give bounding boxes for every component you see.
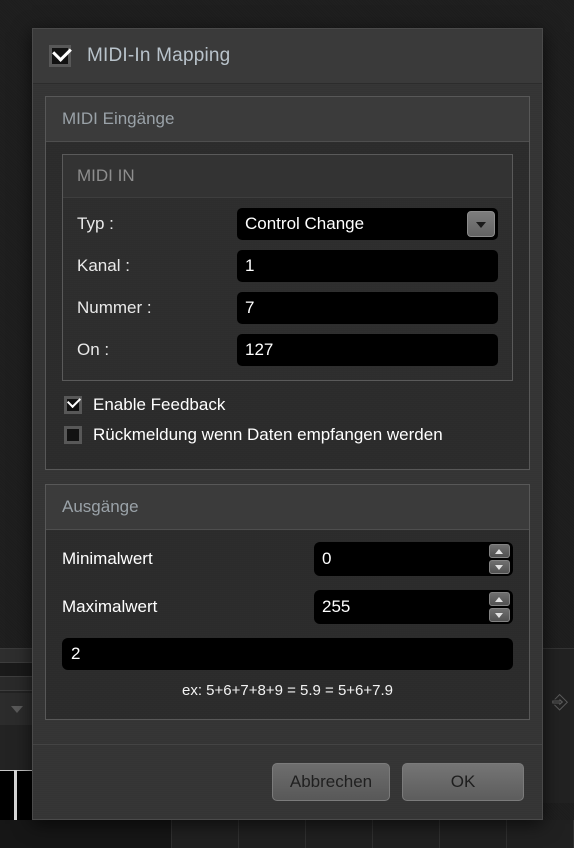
chevron-down-icon — [11, 706, 23, 713]
kanal-label: Kanal : — [77, 256, 130, 275]
minimalwert-input[interactable]: 0 — [314, 542, 513, 576]
kanal-value: 1 — [245, 256, 255, 275]
outputs-group: Ausgänge Minimalwert 0 Maximalwert 255 2… — [45, 484, 530, 720]
minimalwert-label: Minimalwert — [62, 549, 153, 568]
background-bottom-cell — [239, 820, 307, 848]
kanal-input[interactable]: 1 — [237, 250, 498, 282]
minimalwert-increment-button[interactable] — [489, 544, 510, 558]
typ-combobox-arrow-button[interactable] — [467, 211, 495, 237]
on-label: On : — [77, 340, 110, 359]
typ-value: Control Change — [245, 214, 365, 233]
minimalwert-row: Minimalwert 0 — [62, 542, 513, 576]
field-row-nummer: Nummer : 7 — [77, 292, 498, 324]
maximalwert-input[interactable]: 255 — [314, 590, 513, 624]
cancel-button[interactable]: Abbrechen — [272, 763, 390, 801]
background-bottom-cell — [507, 820, 574, 848]
nummer-label: Nummer : — [77, 298, 152, 317]
midi-in-mapping-dialog: MIDI-In Mapping MIDI Eingänge MIDI IN Ty… — [32, 28, 543, 820]
dialog-title: MIDI-In Mapping — [87, 45, 231, 66]
expression-input[interactable]: 2 — [62, 638, 513, 670]
chevron-down-icon — [476, 222, 486, 228]
maximalwert-decrement-button[interactable] — [489, 608, 510, 622]
expression-hint: ex: 5+6+7+8+9 = 5.9 = 5+6+7.9 — [181, 682, 394, 699]
typ-label: Typ : — [77, 214, 114, 233]
midi-in-subgroup-body: Typ : Control Change Kanal : 1 Nummer: … — [63, 198, 512, 380]
enable-mapping-checkbox[interactable] — [49, 42, 72, 67]
maximalwert-label: Maximalwert — [62, 597, 158, 616]
checkmark-icon — [66, 393, 82, 409]
on-input[interactable]: 127 — [237, 334, 498, 366]
outputs-group-header: Ausgänge — [46, 485, 529, 530]
background-left-row — [0, 649, 34, 663]
dialog-title-bar: MIDI-In Mapping — [33, 29, 542, 84]
field-row-kanal: Kanal : 1 — [77, 250, 498, 282]
midi-inputs-group-header: MIDI Eingänge — [46, 97, 529, 142]
expression-value: 2 — [71, 644, 81, 663]
field-row-typ: Typ : Control Change — [77, 208, 498, 240]
dialog-footer: Abbrechen OK — [33, 744, 542, 819]
enable-feedback-label: Enable Feedback — [93, 395, 226, 414]
minimalwert-spinner-buttons — [489, 544, 510, 574]
background-left-row — [0, 677, 34, 691]
spinner-up-icon — [495, 549, 503, 554]
spinner-down-icon — [495, 613, 503, 618]
on-value: 127 — [245, 340, 274, 359]
background-bottom-cell — [373, 820, 441, 848]
outputs-group-body: Minimalwert 0 Maximalwert 255 2 ex: 5+6+… — [46, 530, 529, 719]
maximalwert-increment-button[interactable] — [489, 592, 510, 606]
feedback-on-data-label: Rückmeldung wenn Daten empfangen werden — [93, 425, 443, 444]
typ-combobox[interactable]: Control Change — [237, 208, 498, 240]
checkmark-icon — [52, 42, 72, 62]
midi-inputs-group-body: MIDI IN Typ : Control Change Kanal : 1 N… — [46, 142, 529, 469]
midi-in-subgroup-header: MIDI IN — [63, 155, 512, 198]
feedback-on-data-checkbox[interactable] — [64, 426, 82, 444]
background-left-row — [0, 663, 34, 677]
nummer-input[interactable]: 7 — [237, 292, 498, 324]
ok-button[interactable]: OK — [402, 763, 524, 801]
background-bottom-bar — [0, 820, 574, 848]
enable-feedback-checkbox[interactable] — [64, 393, 82, 414]
enable-feedback-row[interactable]: Enable Feedback — [64, 393, 513, 415]
midi-inputs-group: MIDI Eingänge MIDI IN Typ : Control Chan… — [45, 96, 530, 470]
background-tool-icon: ⎆ — [552, 689, 568, 713]
spinner-up-icon — [495, 597, 503, 602]
field-row-on: On : 127 — [77, 334, 498, 366]
background-bottom-cell — [0, 820, 173, 848]
background-right-panel — [540, 648, 574, 803]
minimalwert-spinner[interactable]: 0 — [314, 542, 513, 576]
nummer-value: 7 — [245, 298, 255, 317]
midi-in-subgroup: MIDI IN Typ : Control Change Kanal : 1 N… — [62, 154, 513, 381]
background-bottom-cell — [306, 820, 374, 848]
minimalwert-decrement-button[interactable] — [489, 560, 510, 574]
spinner-down-icon — [495, 565, 503, 570]
background-dropdown[interactable] — [0, 693, 34, 725]
maximalwert-spinner-buttons — [489, 592, 510, 622]
maximalwert-value: 255 — [322, 597, 351, 616]
background-bottom-cell — [440, 820, 508, 848]
maximalwert-spinner[interactable]: 255 — [314, 590, 513, 624]
minimalwert-value: 0 — [322, 549, 332, 568]
background-bottom-cell — [172, 820, 240, 848]
feedback-on-data-row[interactable]: Rückmeldung wenn Daten empfangen werden — [64, 425, 513, 445]
maximalwert-row: Maximalwert 255 — [62, 590, 513, 624]
